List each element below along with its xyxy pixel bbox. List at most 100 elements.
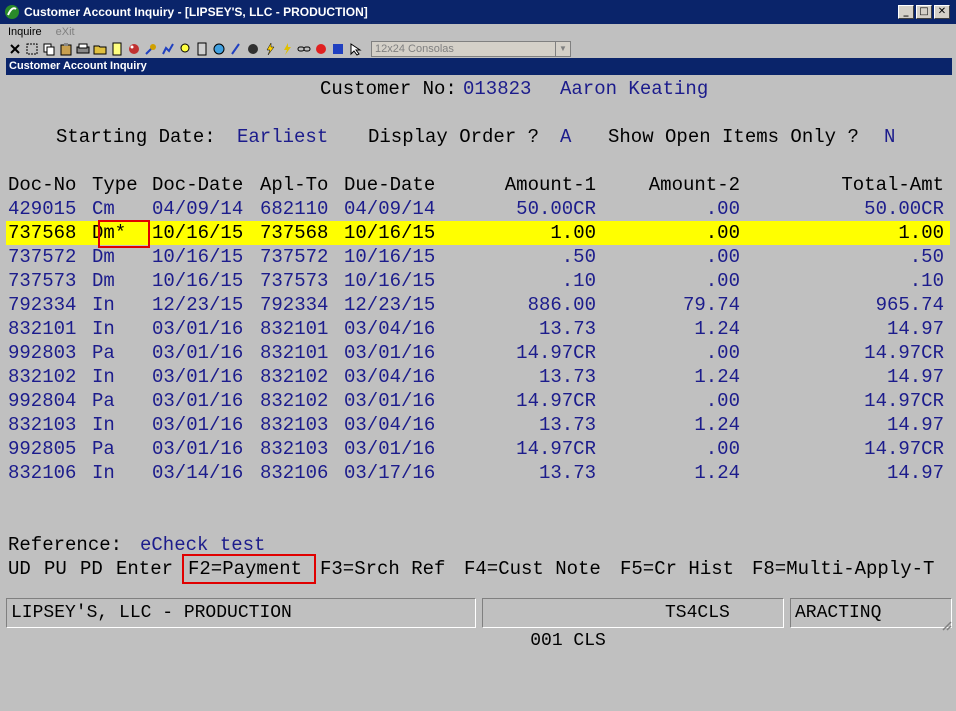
chevron-down-icon[interactable]: ▼ — [555, 42, 570, 56]
cell-total-amt: .10 — [909, 270, 944, 292]
customer-number[interactable]: 013823 — [463, 78, 531, 100]
form-title: Customer Account Inquiry — [6, 58, 952, 75]
cell-amount-2: .00 — [705, 342, 740, 364]
chart-icon[interactable] — [161, 42, 175, 56]
status-session: 001 CLS TS4CLS — [482, 598, 784, 651]
cell-doc-no: 992803 — [8, 342, 77, 364]
cell-total-amt: 14.97 — [886, 318, 944, 340]
close-icon[interactable] — [8, 42, 22, 56]
globe-icon[interactable] — [212, 42, 226, 56]
cell-doc-date: 10/16/15 — [152, 270, 244, 292]
help-icon[interactable] — [331, 42, 345, 56]
cell-amount-2: .00 — [705, 390, 740, 412]
cell-apl-to: 737568 — [260, 222, 329, 244]
cell-type: In — [92, 294, 115, 316]
cell-amount-1: 1.00 — [550, 222, 596, 244]
fkey-f5-cr-hist[interactable]: F5=Cr Hist — [620, 558, 734, 580]
cell-due-date: 03/01/16 — [344, 390, 436, 412]
fkey-f8-multi-apply[interactable]: F8=Multi-Apply-T — [752, 558, 934, 580]
print-icon[interactable] — [76, 42, 90, 56]
cell-doc-no: 992805 — [8, 438, 77, 460]
display-order-value[interactable]: A — [560, 126, 571, 148]
cell-type: Pa — [92, 390, 115, 412]
customer-label: Customer No: — [320, 78, 457, 100]
fkey-pd[interactable]: PD — [80, 558, 103, 580]
minimize-button[interactable]: _ — [898, 5, 914, 19]
cell-amount-2: 79.74 — [682, 294, 740, 316]
cell-doc-no: 832103 — [8, 414, 77, 436]
open-folder-icon[interactable] — [93, 42, 107, 56]
calculator-icon[interactable] — [195, 42, 209, 56]
terminal-screen: Customer No: 013823 Aaron Keating Starti… — [6, 75, 950, 587]
type-annotation-box — [98, 220, 150, 248]
lightning-icon[interactable] — [263, 42, 277, 56]
status-company: LIPSEY'S, LLC - PRODUCTION — [6, 598, 476, 628]
column-header-doc-no: Doc-No — [8, 174, 77, 196]
column-header-type: Type — [92, 174, 138, 196]
stop-icon[interactable] — [314, 42, 328, 56]
column-header-amount-1: Amount-1 — [504, 174, 596, 196]
resize-grip-icon[interactable] — [940, 619, 952, 631]
fkey-ud[interactable]: UD — [8, 558, 31, 580]
cell-total-amt: 1.00 — [898, 222, 944, 244]
cell-type: Dm — [92, 246, 115, 268]
cursor-icon[interactable] — [348, 42, 362, 56]
open-items-label: Show Open Items Only ? — [608, 126, 859, 148]
fkey-pu[interactable]: PU — [44, 558, 67, 580]
fkey-f4-cust-note[interactable]: F4=Cust Note — [464, 558, 601, 580]
display-order-label: Display Order ? — [368, 126, 540, 148]
menu-inquire[interactable]: Inquire — [8, 26, 42, 38]
cell-due-date: 03/04/16 — [344, 414, 436, 436]
cell-amount-1: 13.73 — [538, 414, 596, 436]
cell-apl-to: 737572 — [260, 246, 329, 268]
maximize-button[interactable]: □ — [916, 5, 932, 19]
select-icon[interactable] — [25, 42, 39, 56]
column-header-doc-date: Doc-Date — [152, 174, 244, 196]
cell-amount-2: 1.24 — [694, 318, 740, 340]
menu-exit[interactable]: eXit — [56, 26, 75, 38]
bulb-icon[interactable] — [178, 42, 192, 56]
palette-icon[interactable] — [127, 42, 141, 56]
cell-amount-2: 1.24 — [694, 366, 740, 388]
customer-name: Aaron Keating — [560, 78, 709, 100]
cell-due-date: 03/17/16 — [344, 462, 436, 484]
cell-apl-to: 832106 — [260, 462, 329, 484]
font-select[interactable]: 12x24 Consolas ▼ — [371, 41, 571, 57]
copy-icon[interactable] — [42, 42, 56, 56]
cell-type: In — [92, 414, 115, 436]
flash-icon[interactable] — [280, 42, 294, 56]
column-header-total-amt: Total-Amt — [841, 174, 944, 196]
payment-annotation-box — [182, 554, 316, 584]
fkey-enter[interactable]: Enter — [116, 558, 173, 580]
cell-amount-2: .00 — [705, 438, 740, 460]
link-icon[interactable] — [297, 42, 311, 56]
cell-due-date: 04/09/14 — [344, 198, 436, 220]
cell-doc-date: 03/14/16 — [152, 462, 244, 484]
status-code: 001 CLS — [530, 631, 606, 651]
pen-icon[interactable] — [229, 42, 243, 56]
cell-amount-1: .10 — [561, 270, 596, 292]
cell-amount-1: 13.73 — [538, 318, 596, 340]
tools-icon[interactable] — [144, 42, 158, 56]
column-header-amount-2: Amount-2 — [648, 174, 740, 196]
cell-due-date: 10/16/15 — [344, 222, 436, 244]
cell-apl-to: 832101 — [260, 342, 329, 364]
starting-date-label: Starting Date: — [56, 126, 216, 148]
close-button[interactable]: ✕ — [934, 5, 950, 19]
cell-apl-to: 737573 — [260, 270, 329, 292]
open-items-value[interactable]: N — [884, 126, 895, 148]
network-icon[interactable] — [246, 42, 260, 56]
cell-due-date: 03/04/16 — [344, 366, 436, 388]
document-icon[interactable] — [110, 42, 124, 56]
cell-apl-to: 832102 — [260, 366, 329, 388]
cell-amount-2: .00 — [705, 198, 740, 220]
fkey-f3-search-ref[interactable]: F3=Srch Ref — [320, 558, 445, 580]
cell-amount-1: 14.97CR — [516, 390, 596, 412]
starting-date-value[interactable]: Earliest — [237, 126, 328, 148]
cell-amount-1: 14.97CR — [516, 342, 596, 364]
app-icon — [5, 5, 19, 19]
paste-icon[interactable] — [59, 42, 73, 56]
status-program: ARACTINQ — [790, 598, 952, 628]
cell-type: Cm — [92, 198, 115, 220]
cell-amount-1: 14.97CR — [516, 438, 596, 460]
